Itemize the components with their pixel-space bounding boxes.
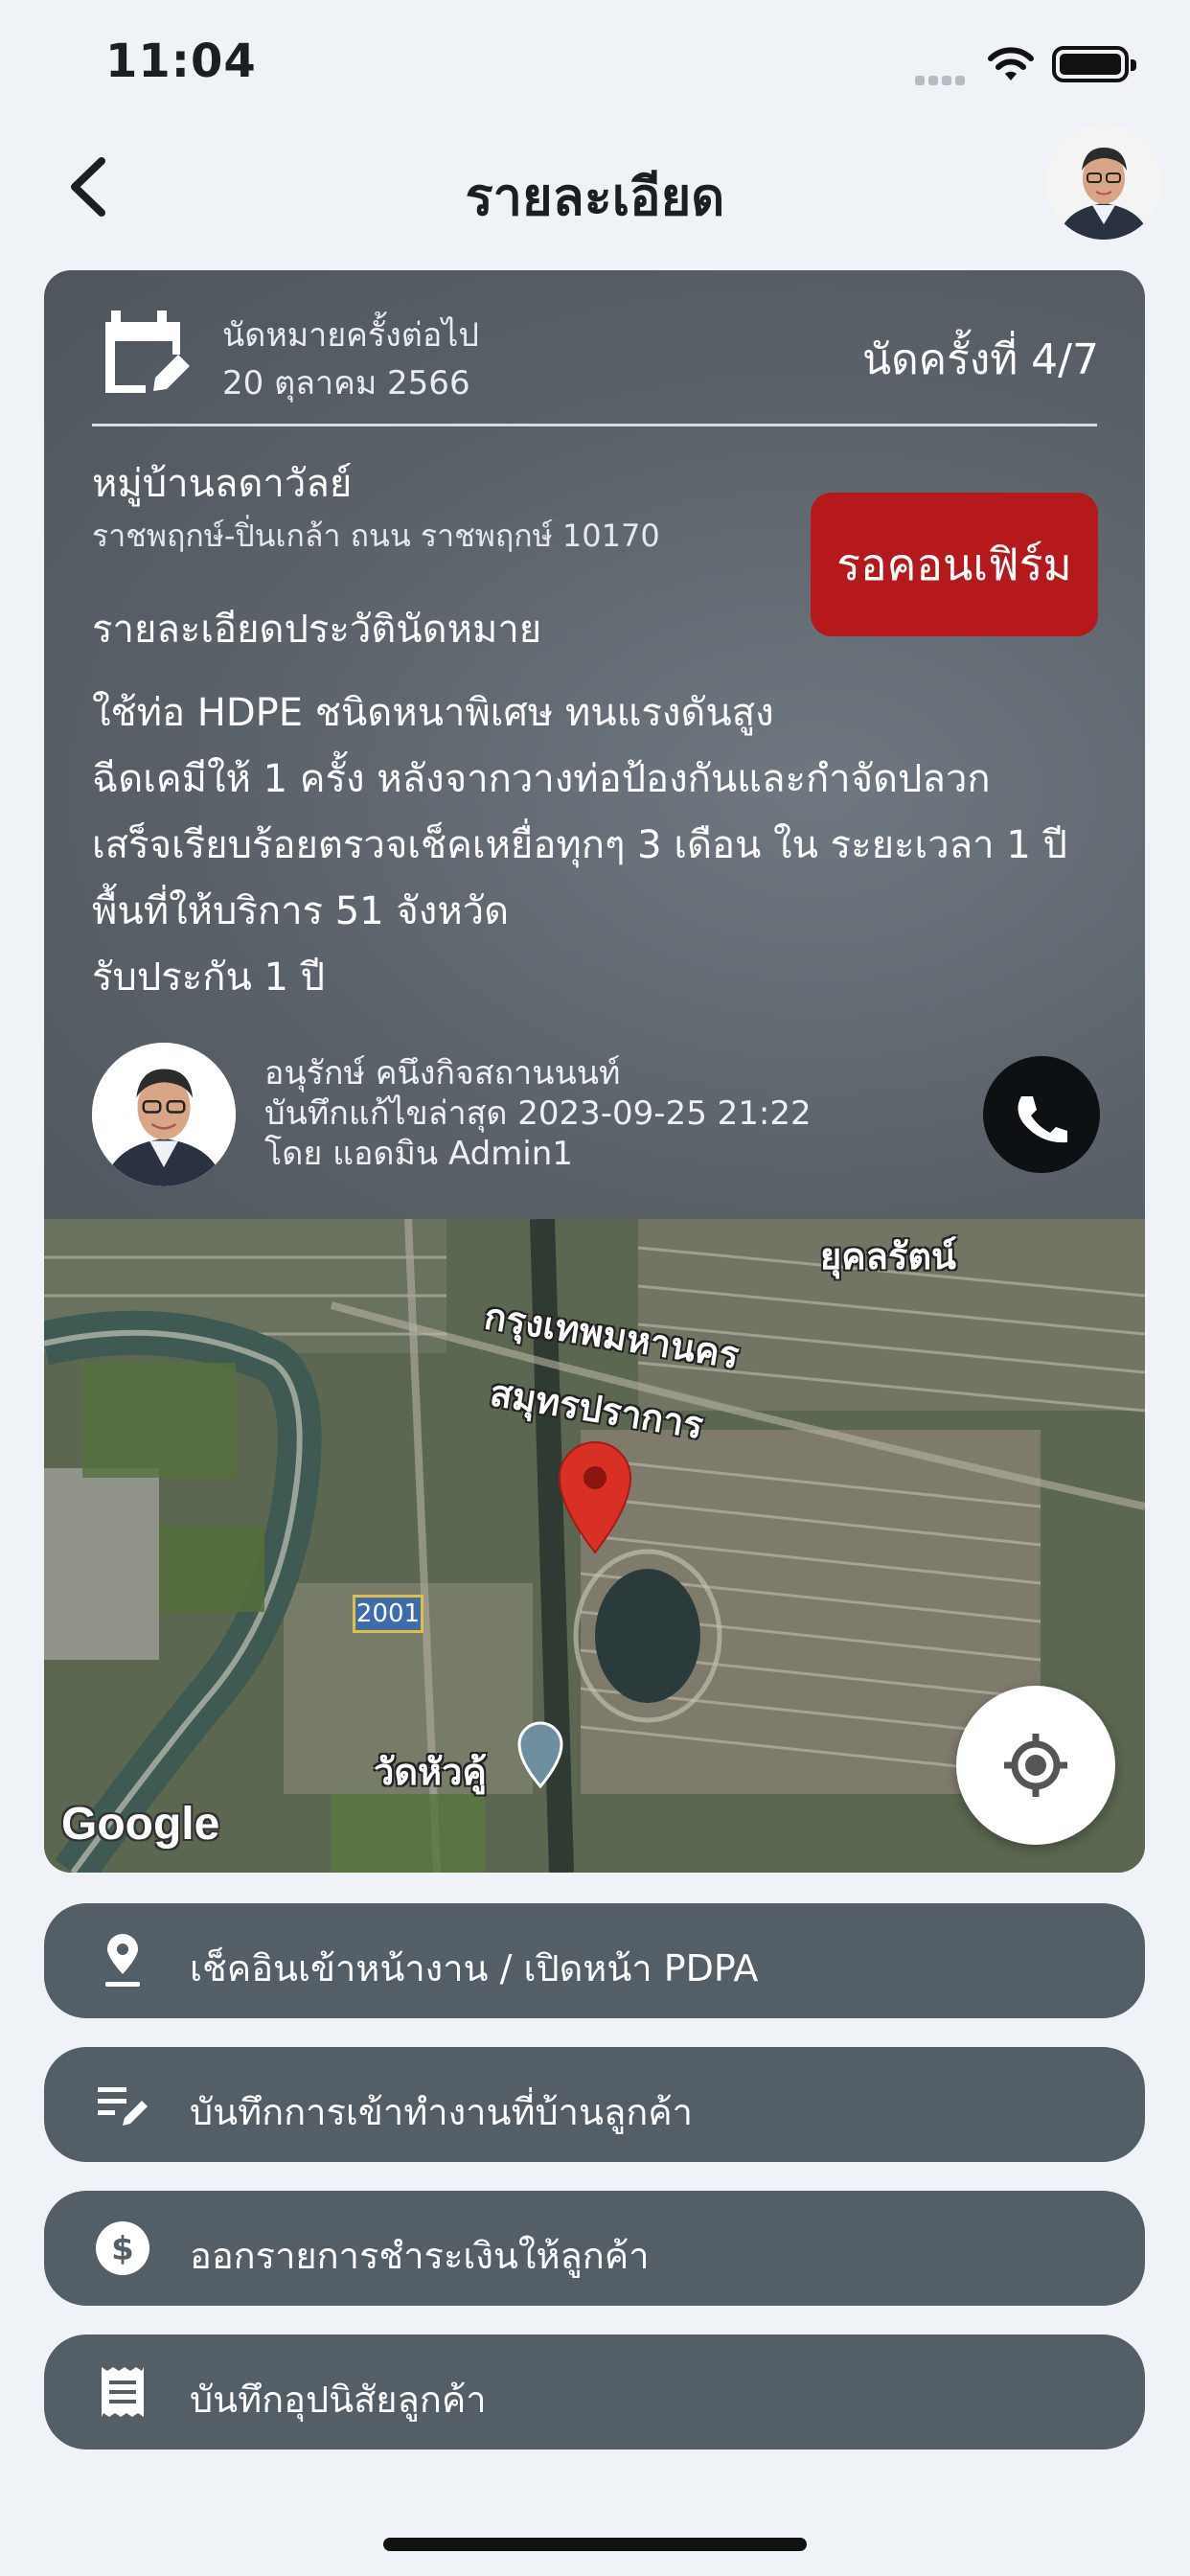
record-habit-button[interactable]: บันทึกอุปนิสัยลูกค้า: [44, 2334, 1145, 2450]
detail-line: รับประกัน 1 ปี: [92, 955, 326, 1000]
action-label: บันทึกการเข้าทำงานที่บ้านลูกค้า: [190, 2091, 694, 2133]
svg-text:$: $: [111, 2230, 134, 2268]
call-button[interactable]: [983, 1056, 1100, 1173]
cellular-signal-icon: [915, 71, 973, 85]
staff-avatar: [92, 1043, 236, 1186]
header: รายละเอียด: [0, 125, 1190, 249]
battery-icon: [1052, 46, 1136, 82]
edit-notes-icon: [98, 2087, 148, 2126]
my-location-button[interactable]: [956, 1686, 1115, 1845]
calendar-edit-icon: [105, 310, 190, 393]
appointment-card: นัดหมายครั้งต่อไป 20 ตุลาคม 2566 นัดครั้…: [44, 270, 1145, 1219]
phone-icon: [1018, 1096, 1067, 1143]
action-label: บันทึกอุปนิสัยลูกค้า: [190, 2379, 487, 2421]
detail-line: ใช้ท่อ HDPE ชนิดหนาพิเศษ ทนแรงดันสูง: [92, 691, 774, 735]
detail-line: เสร็จเรียบร้อยตรวจเช็คเหยื่อทุกๆ 3 เดือน…: [92, 823, 1067, 867]
detail-line: ฉีดเคมีให้ 1 ครั้ง หลังจากวางท่อป้องกันแ…: [92, 757, 991, 801]
dollar-circle-icon: $: [96, 2221, 149, 2275]
village-name: หมู่บ้านลดาวัลย์: [92, 462, 353, 506]
detail-line: พื้นที่ให้บริการ 51 จังหวัด: [92, 889, 510, 933]
home-indicator: [383, 2538, 807, 2551]
person-avatar-icon: [1046, 125, 1161, 240]
next-appointment-date: 20 ตุลาคม 2566: [222, 364, 470, 402]
updated-by: โดย แอดมิน Admin1: [264, 1135, 573, 1173]
status-badge[interactable]: รอคอนเฟิร์ม: [811, 493, 1098, 636]
status-bar: 11:04: [0, 0, 1190, 134]
map-view[interactable]: ยุคลรัตน์ กรุงเทพมหานคร สมุทรปราการ วัดห…: [44, 1219, 1145, 1873]
person-avatar-icon: [92, 1043, 236, 1186]
page-title: รายละเอียด: [465, 167, 725, 227]
next-appointment-label: นัดหมายครั้งต่อไป: [222, 316, 479, 355]
map-label-wat: วัดหัวคู้: [374, 1751, 487, 1793]
checkin-pdpa-button[interactable]: เช็คอินเข้าหน้างาน / เปิดหน้า PDPA: [44, 1903, 1145, 2018]
action-label: ออกรายการชำระเงินให้ลูกค้า: [190, 2235, 650, 2277]
action-label: เช็คอินเข้าหน้างาน / เปิดหน้า PDPA: [190, 1947, 759, 1990]
profile-avatar[interactable]: [1046, 125, 1161, 240]
divider: [92, 424, 1097, 426]
status-time: 11:04: [105, 34, 257, 88]
address: ราชพฤกษ์-ปิ่นเกล้า ถนน ราชพฤกษ์ 10170: [92, 518, 660, 554]
history-label: รายละเอียดประวัตินัดหมาย: [92, 608, 542, 652]
road-number-badge: 2001: [353, 1595, 423, 1633]
receipt-icon: [102, 2367, 144, 2417]
crosshair-icon: [1004, 1734, 1067, 1797]
location-pin-icon: [105, 1934, 140, 1987]
appointment-details: ใช้ท่อ HDPE ชนิดหนาพิเศษ ทนแรงดันสูง ฉีด…: [92, 680, 1067, 1011]
google-logo: Google: [61, 1799, 220, 1850]
record-work-button[interactable]: บันทึกการเข้าทำงานที่บ้านลูกค้า: [44, 2047, 1145, 2162]
wifi-icon: [988, 47, 1034, 80]
appointment-count: นัดครั้งที่ 4/7: [861, 335, 1099, 384]
map-label-yukol: ยุคลรัตน์: [820, 1235, 957, 1277]
issue-payment-button[interactable]: $ ออกรายการชำระเงินให้ลูกค้า: [44, 2191, 1145, 2306]
